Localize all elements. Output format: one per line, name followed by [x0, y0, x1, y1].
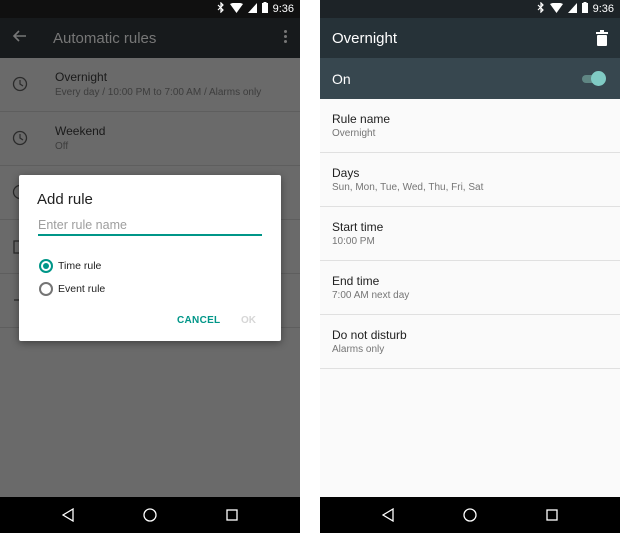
setting-days[interactable]: Days Sun, Mon, Tue, Wed, Thu, Fri, Sat: [320, 153, 620, 207]
rule-name-input[interactable]: [38, 216, 262, 236]
time-rule-radio[interactable]: [39, 259, 53, 273]
signal-icon: [247, 2, 257, 16]
setting-title: Days: [332, 166, 360, 180]
rule-enabled-row[interactable]: On: [320, 58, 620, 99]
rule-detail-screen: 9:36 Overnight On Rule name Overnight Da…: [320, 0, 620, 533]
radio-label: Event rule: [58, 283, 106, 295]
setting-title: Rule name: [332, 112, 391, 126]
setting-title: Do not disturb: [332, 328, 407, 342]
bluetooth-icon: [217, 1, 225, 16]
status-time: 9:36: [272, 3, 294, 15]
recents-nav-icon[interactable]: [225, 508, 239, 522]
setting-title: Start time: [332, 220, 384, 234]
arrow-left-icon[interactable]: [12, 28, 30, 46]
setting-value: Overnight: [332, 128, 376, 139]
wifi-icon: [229, 2, 243, 16]
home-nav-icon[interactable]: [463, 508, 477, 522]
event-rule-radio[interactable]: [39, 282, 53, 296]
cancel-button[interactable]: CANCEL: [177, 315, 220, 326]
navigation-bar: [0, 497, 300, 533]
app-bar: Automatic rules: [0, 18, 300, 58]
radio-label: Time rule: [58, 260, 102, 272]
clock-icon: [12, 76, 28, 92]
battery-icon: [261, 2, 268, 16]
automatic-rules-screen: 9:36 Automatic rules Overnight Every day…: [0, 0, 300, 533]
bluetooth-icon: [537, 1, 545, 16]
dialog-title: Add rule: [37, 191, 93, 208]
signal-icon: [567, 2, 577, 16]
setting-value: 10:00 PM: [332, 236, 375, 247]
toggle-thumb: [591, 71, 606, 86]
recents-nav-icon[interactable]: [545, 508, 559, 522]
page-title: Automatic rules: [53, 29, 157, 47]
status-time: 9:36: [592, 3, 614, 15]
rule-item-weekend[interactable]: Weekend Off: [0, 112, 300, 166]
back-nav-icon[interactable]: [61, 508, 75, 522]
battery-icon: [581, 2, 588, 16]
setting-value: 7:00 AM next day: [332, 290, 410, 301]
rule-item-overnight[interactable]: Overnight Every day / 10:00 PM to 7:00 A…: [0, 58, 300, 112]
rule-enabled-toggle[interactable]: [580, 71, 606, 87]
home-nav-icon[interactable]: [143, 508, 157, 522]
time-rule-option[interactable]: Time rule: [39, 259, 101, 273]
status-bar: 9:36: [320, 0, 620, 18]
rule-title: Overnight: [55, 70, 108, 84]
add-rule-dialog: Add rule Time rule Event rule CANCEL OK: [19, 175, 281, 341]
setting-do-not-disturb[interactable]: Do not disturb Alarms only: [320, 315, 620, 369]
clock-icon: [12, 130, 28, 146]
toggle-label: On: [332, 70, 351, 87]
ok-button[interactable]: OK: [241, 315, 256, 326]
rule-title: Weekend: [55, 124, 106, 138]
event-rule-option[interactable]: Event rule: [39, 282, 105, 296]
rule-subtitle: Off: [55, 141, 69, 152]
status-bar: 9:36: [0, 0, 300, 18]
back-nav-icon[interactable]: [381, 508, 395, 522]
rule-subtitle: Every day / 10:00 PM to 7:00 AM / Alarms…: [55, 87, 262, 98]
page-title: Overnight: [332, 29, 398, 47]
setting-title: End time: [332, 274, 380, 288]
app-bar: Overnight: [320, 18, 620, 58]
wifi-icon: [549, 2, 563, 16]
navigation-bar: [320, 497, 620, 533]
trash-icon[interactable]: [596, 30, 608, 46]
setting-rule-name[interactable]: Rule name Overnight: [320, 99, 620, 153]
setting-value: Sun, Mon, Tue, Wed, Thu, Fri, Sat: [332, 182, 484, 193]
setting-start-time[interactable]: Start time 10:00 PM: [320, 207, 620, 261]
setting-end-time[interactable]: End time 7:00 AM next day: [320, 261, 620, 315]
setting-value: Alarms only: [332, 344, 385, 355]
more-vert-icon[interactable]: [282, 28, 288, 46]
